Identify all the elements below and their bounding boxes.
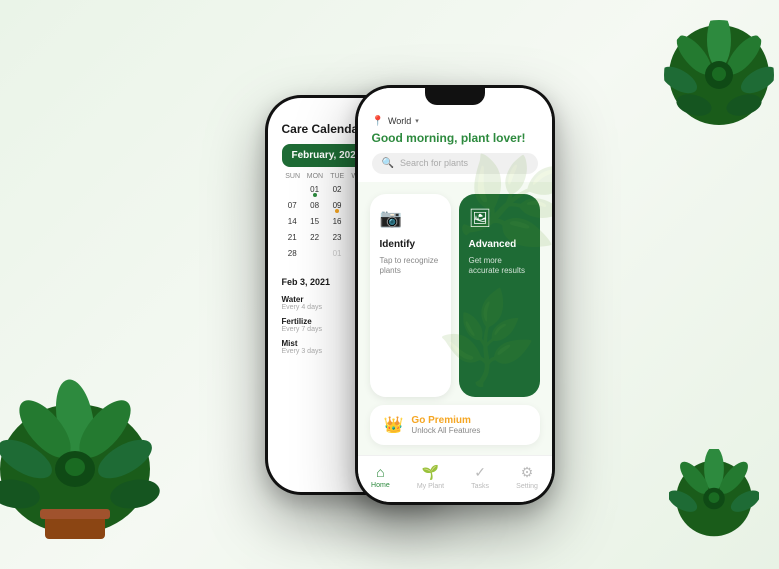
premium-text: Go Premium Unlock All Features	[411, 415, 480, 435]
premium-subtitle: Unlock All Features	[411, 426, 480, 435]
nav-settings-label: Setting	[516, 483, 538, 490]
cal-day-07[interactable]: 07	[282, 198, 303, 213]
search-icon: 🔍	[382, 158, 394, 169]
crown-icon: 👑	[384, 415, 404, 435]
phone-front: 🌿 🌿 📍 World ▾ Good morning, plant lover!…	[355, 85, 555, 505]
home-icon: ⌂	[376, 464, 384, 480]
camera-icon: 📷	[380, 208, 441, 229]
front-phone-screen: 🌿 🌿 📍 World ▾ Good morning, plant lover!…	[358, 88, 552, 502]
plant-decoration-bottom-right	[669, 449, 769, 549]
cal-day-01[interactable]: 01	[304, 182, 325, 197]
cal-day-02[interactable]: 02	[326, 182, 347, 197]
cal-empty2	[304, 246, 325, 261]
cal-day-14[interactable]: 14	[282, 214, 303, 229]
location-row: 📍 World ▾	[372, 116, 538, 127]
month-label: February, 2021	[292, 150, 362, 161]
cal-day-16[interactable]: 16	[326, 214, 347, 229]
cal-day-21[interactable]: 21	[282, 230, 303, 245]
main-screen: 🌿 🌿 📍 World ▾ Good morning, plant lover!…	[358, 88, 552, 502]
premium-banner[interactable]: 👑 Go Premium Unlock All Features	[370, 405, 540, 445]
plant-icon: 🌱	[422, 464, 439, 481]
bottom-navigation: ⌂ Home 🌱 My Plant ✓ Tasks ⚙ Setting	[358, 455, 552, 502]
cal-day-23[interactable]: 23	[326, 230, 347, 245]
nav-tasks-label: Tasks	[471, 483, 489, 490]
phone-notch	[425, 85, 485, 105]
cal-day-22[interactable]: 22	[304, 230, 325, 245]
nav-settings[interactable]: ⚙ Setting	[516, 464, 538, 490]
nav-my-plant[interactable]: 🌱 My Plant	[417, 464, 444, 490]
nav-plant-label: My Plant	[417, 483, 444, 490]
cal-day-28[interactable]: 28	[282, 246, 303, 261]
cal-day-08[interactable]: 08	[304, 198, 325, 213]
day-mon: MON	[304, 173, 326, 180]
location-dropdown-icon[interactable]: ▾	[415, 117, 419, 125]
nav-home-label: Home	[371, 482, 390, 489]
identify-desc: Tap to recognize plants	[380, 256, 441, 277]
premium-title: Go Premium	[411, 415, 480, 426]
cal-day-15[interactable]: 15	[304, 214, 325, 229]
search-bar[interactable]: 🔍 Search for plants	[372, 153, 538, 174]
advanced-desc: Get more accurate results	[469, 256, 530, 277]
identify-card[interactable]: 📷 Identify Tap to recognize plants	[370, 194, 451, 397]
advanced-title: Advanced	[469, 239, 530, 250]
location-pin-icon: 📍	[372, 116, 384, 127]
day-tue: TUE	[326, 173, 348, 180]
nav-home[interactable]: ⌂ Home	[371, 464, 390, 490]
advanced-card[interactable]: 🖼 Advanced Get more accurate results	[459, 194, 540, 397]
plant-decoration-left	[0, 339, 160, 539]
plant-decoration-top-right	[664, 20, 774, 130]
cal-empty	[282, 182, 303, 197]
greeting-text: Good morning, plant lover!	[372, 131, 538, 145]
phones-container: ▌▌▌ ∿ ▮ Care Calendar February, 2021 › S…	[245, 85, 535, 505]
search-placeholder: Search for plants	[400, 158, 528, 168]
location-text: World	[388, 116, 411, 126]
identify-title: Identify	[380, 239, 441, 250]
tasks-icon: ✓	[474, 464, 486, 481]
cal-day-09[interactable]: 09	[326, 198, 347, 213]
gallery-icon: 🖼	[469, 208, 530, 229]
feature-cards-area: 📷 Identify Tap to recognize plants 🖼 Adv…	[358, 182, 552, 405]
cal-next-01[interactable]: 01	[326, 246, 347, 261]
day-sun: SUN	[282, 173, 304, 180]
settings-icon: ⚙	[521, 464, 534, 481]
nav-tasks[interactable]: ✓ Tasks	[471, 464, 489, 490]
